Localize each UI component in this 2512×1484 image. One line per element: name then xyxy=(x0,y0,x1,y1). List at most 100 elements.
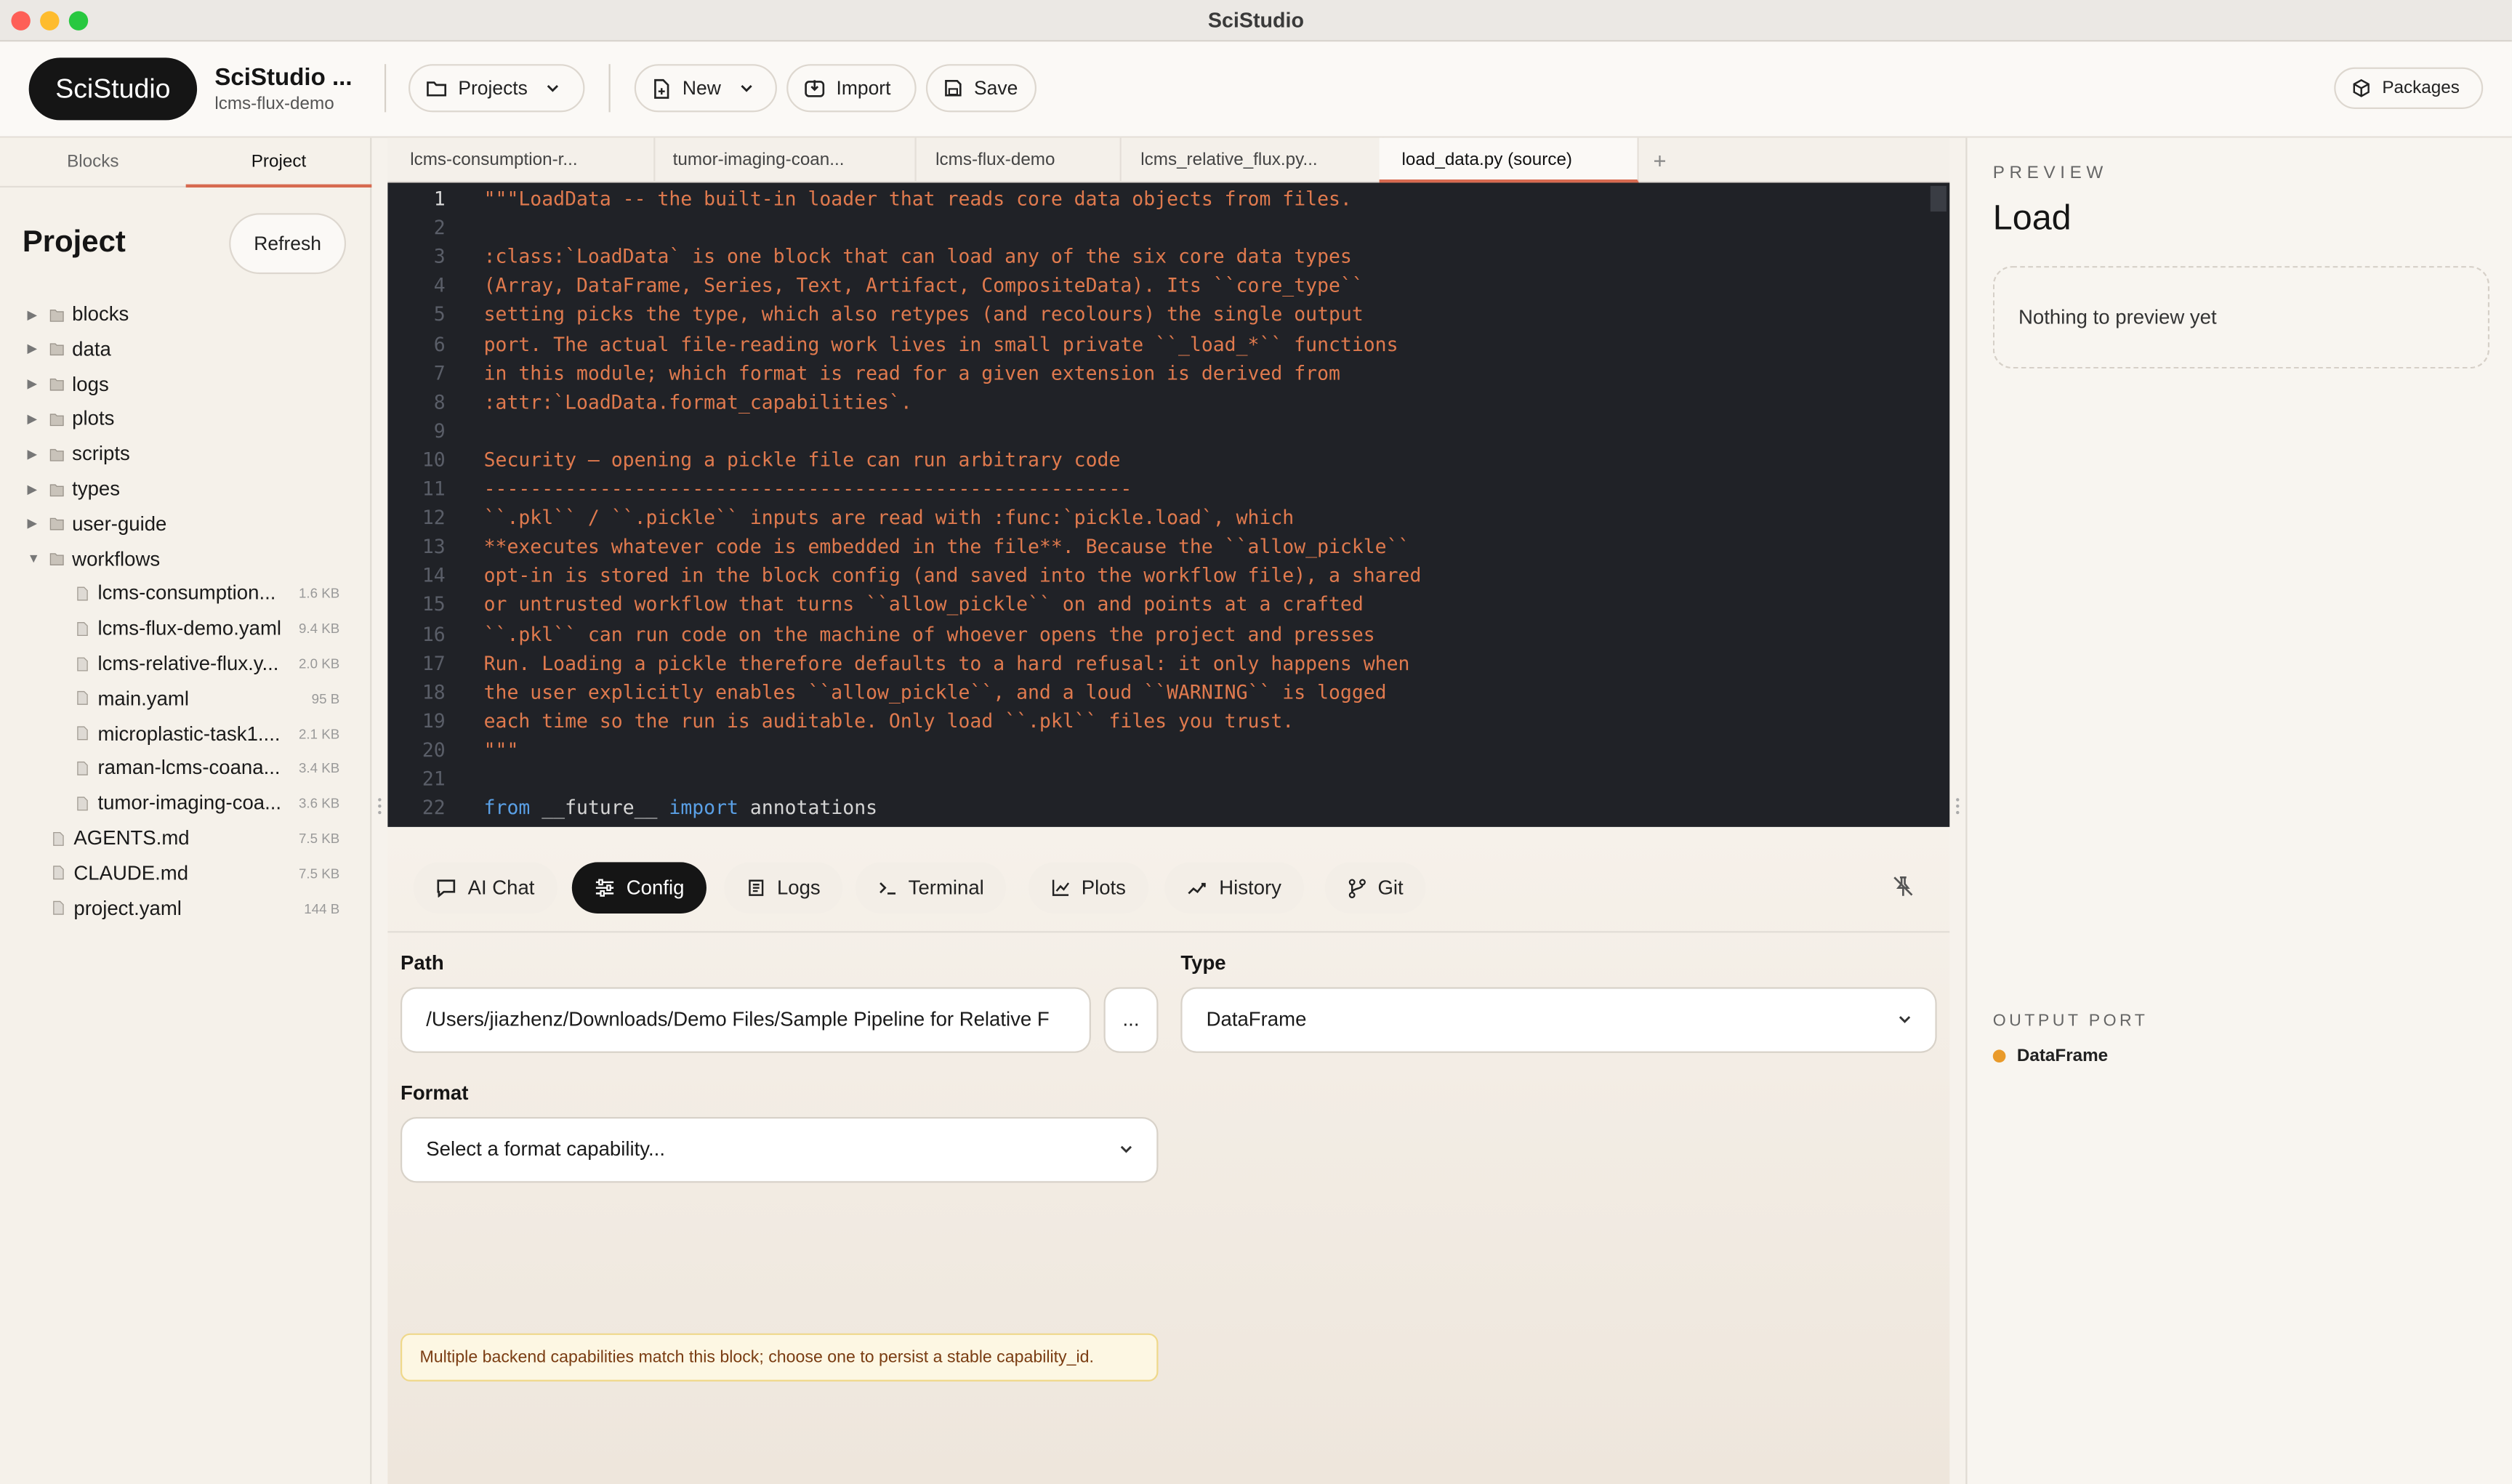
code-line: 5 setting picks the type, which also rety… xyxy=(387,300,1949,329)
tab-project[interactable]: Project xyxy=(185,138,372,188)
tree-folder-label: workflows xyxy=(72,547,161,570)
file-size: 144 B xyxy=(304,900,340,916)
tree-folder[interactable]: ▶ user-guide xyxy=(27,508,166,540)
tab-logs[interactable]: Logs xyxy=(724,862,843,914)
tab-blocks[interactable]: Blocks xyxy=(0,138,186,187)
logs-icon xyxy=(749,879,764,896)
code-line: 1 """LoadData -- the built-in loader that… xyxy=(387,185,1949,214)
refresh-button[interactable]: Refresh xyxy=(229,213,347,275)
editor-tab[interactable]: lcms_relative_flux.py... xyxy=(1118,137,1385,183)
tree-file[interactable]: main.yaml 95 B xyxy=(76,682,372,714)
line-text: setting picks the type, which also retyp… xyxy=(483,303,1364,326)
sidebar-tabs: Blocks Project xyxy=(0,138,372,188)
editor-tab[interactable]: lcms-flux-demo xyxy=(913,137,1122,183)
caret-right-icon[interactable]: ▶ xyxy=(27,447,41,461)
tree-file[interactable]: AGENTS.md 7.5 KB xyxy=(52,822,372,854)
tree-file-label: raman-lcms-coana... xyxy=(97,757,281,780)
code-line: 11 --------------------------------------… xyxy=(387,475,1949,504)
import-button[interactable]: Import xyxy=(786,64,917,113)
line-number: 17 xyxy=(422,651,446,674)
project-name: lcms-flux-demo xyxy=(214,94,334,114)
tree-folder[interactable]: ▶ types xyxy=(27,473,120,505)
tab-label: Plots xyxy=(1081,876,1126,900)
packages-button[interactable]: Packages xyxy=(2334,67,2484,109)
line-number: 1 xyxy=(433,187,446,210)
editor-tab-active[interactable]: load_data.py (source) xyxy=(1379,137,1639,183)
editor-tab[interactable]: lcms-consumption-r... xyxy=(387,137,656,183)
projects-button[interactable]: Projects xyxy=(408,64,585,113)
file-icon xyxy=(77,796,88,810)
tree-file[interactable]: tumor-imaging-coa... 3.6 KB xyxy=(76,787,372,819)
caret-right-icon[interactable]: ▶ xyxy=(27,342,41,356)
caret-right-icon[interactable]: ▶ xyxy=(27,411,41,426)
folder-icon xyxy=(427,81,447,97)
caret-down-icon[interactable]: ▼ xyxy=(27,552,41,566)
code-line: 19 each time so the run is auditable. Onl… xyxy=(387,706,1949,735)
tree-file[interactable]: CLAUDE.md 7.5 KB xyxy=(52,857,372,889)
line-number: 11 xyxy=(422,477,446,501)
caret-right-icon[interactable]: ▶ xyxy=(27,307,41,321)
tree-file[interactable]: lcms-relative-flux.y... 2.0 KB xyxy=(76,648,372,680)
tree-folder[interactable]: ▼ workflows xyxy=(27,543,160,575)
tree-folder[interactable]: ▶ data xyxy=(27,333,110,365)
right-resize-handle[interactable] xyxy=(1949,795,1965,818)
tree-folder[interactable]: ▶ logs xyxy=(27,368,108,400)
folder-icon xyxy=(49,414,64,426)
packages-label: Packages xyxy=(2382,78,2460,98)
line-number: 5 xyxy=(433,303,446,326)
header-divider xyxy=(608,64,611,113)
folder-icon xyxy=(49,308,64,321)
tab-config[interactable]: Config xyxy=(571,862,707,914)
tree-file[interactable]: lcms-consumption... 1.6 KB xyxy=(76,578,372,610)
line-text: ``.pkl`` can run code on the machine of … xyxy=(483,622,1375,645)
save-label: Save xyxy=(974,76,1018,100)
tree-folder[interactable]: ▶ plots xyxy=(27,403,114,435)
tree-file-label: main.yaml xyxy=(97,687,190,710)
line-number: 16 xyxy=(422,622,446,645)
code-line: 18 the user explicitly enables ``allow_pi… xyxy=(387,677,1949,706)
tree-folder[interactable]: ▶ blocks xyxy=(27,298,129,330)
line-number: 13 xyxy=(422,535,446,558)
tab-git[interactable]: Git xyxy=(1324,862,1426,914)
tab-terminal[interactable]: Terminal xyxy=(855,862,1007,914)
code-editor[interactable]: 1 """LoadData -- the built-in loader that… xyxy=(387,182,1950,827)
caret-right-icon[interactable]: ▶ xyxy=(27,482,41,496)
format-placeholder: Select a format capability... xyxy=(426,1137,665,1161)
editor-tab[interactable]: tumor-imaging-coan... xyxy=(651,137,917,183)
code-line: 14 opt-in is stored in the block config (… xyxy=(387,561,1949,590)
app-logo: SciStudio xyxy=(28,57,198,121)
tab-history[interactable]: History xyxy=(1164,862,1304,914)
file-icon xyxy=(77,761,88,775)
tab-label: AI Chat xyxy=(467,876,535,900)
type-select[interactable]: DataFrame xyxy=(1180,987,1937,1053)
type-value: DataFrame xyxy=(1206,1008,1307,1031)
folder-icon xyxy=(49,553,64,566)
tree-file[interactable]: lcms-flux-demo.yaml 9.4 KB xyxy=(76,613,372,645)
caret-right-icon[interactable]: ▶ xyxy=(27,517,41,531)
code-line: 16 ``.pkl`` can run code on the machine o… xyxy=(387,619,1949,648)
tree-folder[interactable]: ▶ scripts xyxy=(27,437,129,469)
line-number: 12 xyxy=(422,507,446,529)
path-input[interactable]: /Users/jiazhenz/Downloads/Demo Files/Sam… xyxy=(400,987,1091,1053)
browse-button[interactable]: ... xyxy=(1103,987,1159,1053)
pin-off-icon[interactable] xyxy=(1892,875,1915,898)
folder-icon xyxy=(49,379,64,391)
tab-plots[interactable]: Plots xyxy=(1028,862,1148,914)
save-button[interactable]: Save xyxy=(925,64,1036,113)
new-button[interactable]: New xyxy=(634,64,777,113)
format-select[interactable]: Select a format capability... xyxy=(400,1117,1159,1183)
tree-file[interactable]: raman-lcms-coana... 3.4 KB xyxy=(76,752,372,784)
left-resize-handle[interactable] xyxy=(371,795,387,818)
tree-file[interactable]: microplastic-task1.... 2.1 KB xyxy=(76,717,372,749)
line-text: """ xyxy=(483,738,519,762)
editor-tabbar: lcms-consumption-r... tumor-imaging-coan… xyxy=(387,137,1950,183)
caret-right-icon[interactable]: ▶ xyxy=(27,376,41,391)
line-text: the user explicitly enables ``allow_pick… xyxy=(483,680,1387,703)
tree-file[interactable]: project.yaml 144 B xyxy=(52,892,372,924)
tab-ai-chat[interactable]: AI Chat xyxy=(413,862,557,914)
preview-empty-state: Nothing to preview yet xyxy=(1992,266,2490,369)
add-tab-button[interactable]: + xyxy=(1654,138,1667,183)
tree-folder-label: scripts xyxy=(72,443,130,465)
bottom-tabs: AI Chat Config Logs Terminal Plots Histo… xyxy=(387,830,1950,933)
folder-icon xyxy=(49,483,64,496)
